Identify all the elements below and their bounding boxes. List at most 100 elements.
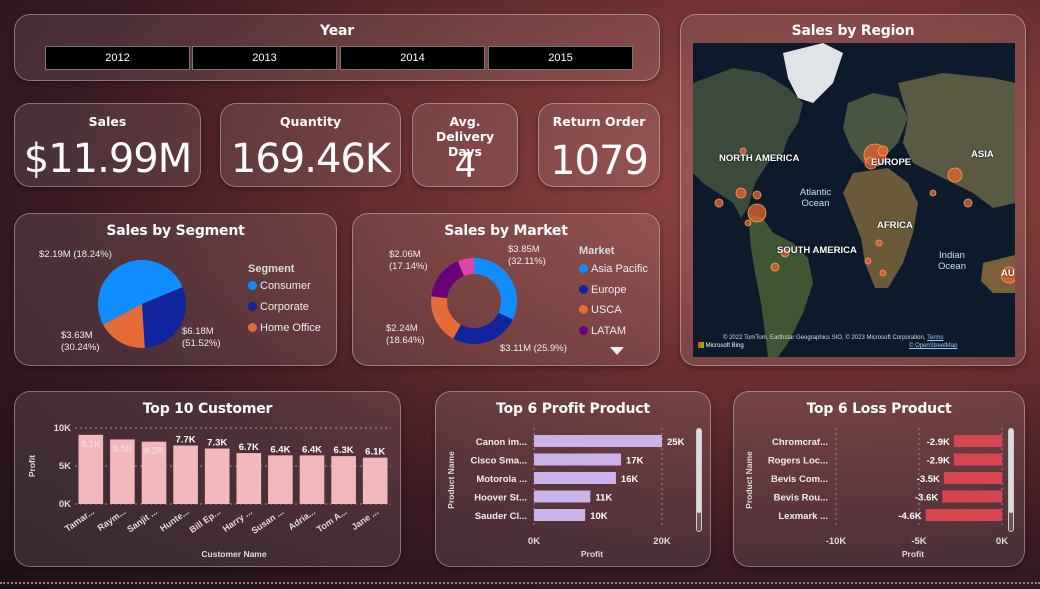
x-tick-label: Raym...	[96, 506, 128, 533]
legend-label: Consumer	[260, 280, 311, 292]
loss-chart-scrollbar[interactable]	[1008, 428, 1014, 532]
legend-label: Corporate	[260, 301, 309, 313]
data-label: -2.9K	[927, 456, 950, 467]
bar-bevis-com[interactable]	[943, 472, 1002, 484]
kpi-quantity-card: Quantity 169.46K	[220, 103, 401, 187]
market-legend-title: Market	[579, 245, 615, 257]
bar-bill-ep[interactable]	[204, 448, 230, 504]
data-label: 8.2K	[144, 446, 164, 457]
market-chart-title: Sales by Market	[444, 223, 568, 239]
year-button-2013[interactable]: 2013	[192, 46, 337, 70]
profit-chart-card: Top 6 Profit Product 0K 20K Canon im... 25K…	[435, 391, 711, 567]
x-tick-label: Adria...	[286, 506, 317, 532]
data-label: 17K	[626, 456, 644, 467]
bar-motorola[interactable]	[534, 472, 616, 484]
market-donut-chart[interactable]	[427, 254, 521, 348]
data-label: 9.1K	[81, 439, 101, 450]
legend-dot-icon	[579, 264, 588, 273]
bar-bevis-rou[interactable]	[942, 490, 1002, 503]
customer-bar-chart[interactable]: 0K 5K 10K 9.1K Tamar... 8.5K Raym... 8.2K Sanjit…	[15, 392, 402, 568]
profit-bar-chart[interactable]: 0K 20K Canon im... 25K Cisco Sma... 17K Motoro…	[436, 392, 712, 568]
bar-jane[interactable]	[362, 457, 388, 504]
data-label: 6.4K	[302, 444, 322, 455]
map-label-south-america: SOUTH AMERICA	[777, 245, 857, 256]
market-label-asia: $3.85M (32.11%)	[508, 244, 558, 268]
bar-susan[interactable]	[268, 455, 293, 504]
y-tick-label: Bevis Rou...	[774, 493, 828, 504]
data-label: 6.7K	[239, 442, 259, 453]
bar-canon-im[interactable]	[534, 435, 662, 447]
market-label-latam: $2.06M (17.14%)	[389, 249, 439, 273]
legend-dot-icon	[248, 302, 257, 311]
slice-europe[interactable]	[453, 312, 513, 344]
legend-dot-icon	[248, 323, 257, 332]
year-button-2014[interactable]: 2014	[340, 46, 485, 70]
legend-item-usca[interactable]: USCA	[579, 304, 622, 316]
y-tick-label: Sauder Cl...	[475, 511, 527, 522]
kpi-returns-card: Return Order 1079	[538, 103, 660, 187]
data-label: -4.6K	[898, 511, 921, 522]
y-tick-label: 0K	[59, 499, 71, 510]
y-tick-label: 10K	[54, 423, 72, 434]
kpi-delivery-card: Avg. Delivery Days 4	[412, 103, 518, 187]
map-osm-link[interactable]: © OpenStreetMap	[909, 343, 957, 349]
loss-bar-chart[interactable]: -10K -5K 0K Chromcraf... -2.9K Rogers Loc... -…	[734, 392, 1026, 568]
data-label: 6.1K	[365, 447, 385, 458]
segment-chart-card: Sales by Segment $2.19M (18.24%) $3.63M …	[14, 213, 337, 366]
segment-label-corporate-text: $3.63M (30.24%)	[61, 330, 100, 353]
legend-item-consumer[interactable]: Consumer	[248, 280, 311, 292]
x-tick-label: Bill Ep...	[188, 506, 223, 535]
legend-item-europe[interactable]: Europe	[579, 284, 626, 296]
bar-tom-a[interactable]	[331, 456, 356, 504]
legend-item-home-office[interactable]: Home Office	[248, 322, 321, 334]
data-label: 7.3K	[207, 438, 227, 449]
bar-hunte[interactable]	[173, 445, 198, 504]
profit-chart-scroll-thumb[interactable]	[697, 429, 701, 513]
profit-chart-scrollbar[interactable]	[696, 428, 702, 532]
map-label-indian: Indian Ocean	[938, 250, 966, 272]
segment-chart-title: Sales by Segment	[106, 223, 245, 239]
bar-cisco-sma[interactable]	[534, 453, 622, 466]
map-label-europe: EUROPE	[871, 157, 912, 168]
bar-harry[interactable]	[236, 453, 262, 504]
y-tick-label: Lexmark ...	[778, 511, 828, 522]
y-axis-title: Product Name	[744, 451, 754, 509]
loss-chart-scroll-thumb[interactable]	[1009, 429, 1013, 513]
region-map-title: Sales by Region	[791, 23, 915, 39]
legend-scroll-down-icon[interactable]	[610, 347, 624, 355]
legend-item-latam[interactable]: LATAM	[579, 325, 626, 337]
map-label-north-america: NORTH AMERICA	[719, 153, 800, 164]
bar-lexmark[interactable]	[925, 509, 1002, 521]
bar-sauder-cl[interactable]	[534, 509, 586, 521]
kpi-sales-label: Sales	[88, 114, 127, 129]
legend-item-corporate[interactable]: Corporate	[248, 301, 309, 313]
x-tick-label: Hunte...	[158, 506, 191, 533]
x-axis-title: Customer Name	[201, 549, 266, 559]
x-tick-label: -10K	[826, 536, 847, 547]
legend-dot-icon	[579, 284, 588, 294]
year-button-2015[interactable]: 2015	[488, 46, 633, 70]
bar-adria[interactable]	[299, 455, 325, 504]
data-label: -3.5K	[917, 474, 940, 485]
y-tick-label: Bevis Com...	[771, 474, 828, 485]
bar-rogers-loc[interactable]	[953, 453, 1002, 466]
y-axis-title: Profit	[27, 455, 37, 477]
market-label-europe: $3.11M (25.9%)	[500, 343, 567, 354]
data-label: 6.4K	[270, 444, 290, 455]
region-map[interactable]: NORTH AMERICA EUROPE ASIA AFRICA SOUTH A…	[693, 43, 1015, 357]
region-map-card: Sales by Region NORTH AMERICA EUROPE ASI…	[680, 14, 1026, 366]
segment-label-consumer-text: $6.18M (51.52%)	[182, 326, 221, 349]
legend-item-asia-pacific[interactable]: Asia Pacific	[579, 263, 648, 275]
map-attribution: © 2022 TomTom, Earthstar Geographics SIO…	[723, 335, 943, 341]
year-button-2012[interactable]: 2012	[45, 46, 190, 70]
segment-label-home-office: $2.19M (18.24%)	[39, 249, 112, 260]
bar-chromcraf[interactable]	[953, 435, 1002, 447]
data-label: 7.7K	[176, 434, 196, 445]
microsoft-logo-icon	[698, 342, 704, 348]
y-axis-title: Product Name	[446, 451, 456, 509]
segment-label-corporate: $3.63M (30.24%)	[61, 330, 111, 354]
kpi-returns-value: 1079	[550, 138, 649, 184]
x-tick-label: Jane ...	[350, 506, 381, 532]
map-terms-link[interactable]: Terms	[927, 335, 943, 341]
bar-hoover-st[interactable]	[534, 490, 591, 503]
